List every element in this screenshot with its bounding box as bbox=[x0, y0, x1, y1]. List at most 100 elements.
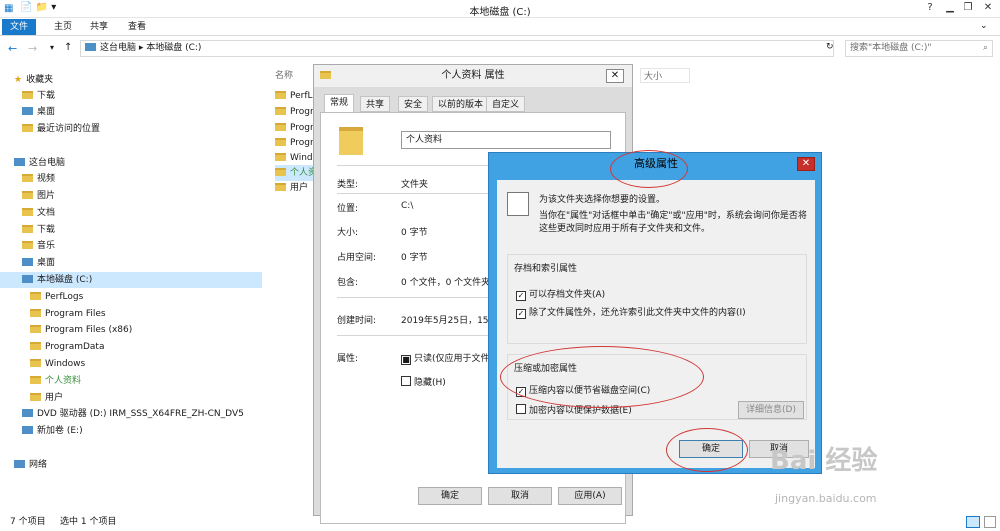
forward-icon[interactable]: → bbox=[28, 42, 37, 55]
properties-title: 个人资料 属性 bbox=[441, 70, 505, 81]
baidu-watermark: Bai 经验 bbox=[770, 446, 878, 476]
folder-icon bbox=[30, 309, 41, 317]
tiles-view-icon[interactable] bbox=[984, 516, 996, 528]
location-value: C:\ bbox=[401, 201, 414, 211]
index-checkbox[interactable]: ✓ 除了文件属性外，还允许索引此文件夹中文件的内容(I) bbox=[516, 305, 746, 319]
file-properties-icon bbox=[507, 192, 529, 216]
highlight-oval-compress bbox=[500, 346, 704, 408]
music-folder-icon bbox=[22, 241, 33, 249]
nav-item-videos[interactable]: 视频 bbox=[22, 171, 55, 187]
chevron-down-icon[interactable]: ⌄ bbox=[980, 21, 988, 31]
nav-item-perflogs[interactable]: PerfLogs bbox=[30, 289, 83, 305]
computer-icon bbox=[14, 158, 25, 166]
folder-icon bbox=[275, 91, 286, 99]
desktop-icon bbox=[22, 258, 33, 266]
nav-item-program-files[interactable]: Program Files bbox=[30, 306, 106, 322]
tab-view[interactable]: 查看 bbox=[120, 19, 154, 35]
folder-name-field[interactable]: 个人资料 bbox=[401, 131, 611, 149]
folder-icon bbox=[30, 325, 41, 333]
nav-item-recent[interactable]: 最近访问的位置 bbox=[22, 121, 100, 137]
details-view-icon[interactable] bbox=[966, 516, 980, 528]
properties-tabs: 常规 共享 安全 以前的版本 自定义 bbox=[320, 94, 626, 113]
nav-this-pc[interactable]: 这台电脑 bbox=[14, 155, 65, 171]
picture-folder-icon bbox=[22, 191, 33, 199]
nav-item-windows[interactable]: Windows bbox=[30, 356, 85, 372]
help-button[interactable]: ? bbox=[920, 0, 940, 16]
folder-icon bbox=[275, 138, 286, 146]
file-row[interactable]: PerfL bbox=[275, 88, 313, 104]
file-row[interactable]: 用户 bbox=[275, 180, 308, 196]
baidu-watermark-url: jingyan.baidu.com bbox=[775, 492, 877, 505]
cancel-button[interactable]: 取消 bbox=[488, 487, 552, 505]
hidden-checkbox[interactable]: 隐藏(H) bbox=[401, 375, 446, 388]
nav-item-users[interactable]: 用户 bbox=[30, 390, 63, 406]
nav-item-pictures[interactable]: 图片 bbox=[22, 188, 55, 204]
nav-item-personal[interactable]: 个人资料 bbox=[30, 373, 81, 389]
file-row[interactable]: Progr bbox=[275, 104, 314, 120]
close-icon[interactable]: ✕ bbox=[606, 69, 624, 83]
tab-security[interactable]: 安全 bbox=[398, 96, 429, 112]
readonly-checkbox[interactable]: ■ 只读(仅应用于文件夹 bbox=[401, 351, 499, 365]
archive-checkbox[interactable]: ✓ 可以存档文件夹(A) bbox=[516, 287, 605, 301]
nav-item-pc-desktop[interactable]: 桌面 bbox=[22, 255, 55, 271]
size-label: 大小: bbox=[337, 228, 359, 238]
close-window-button[interactable]: ✕ bbox=[976, 0, 1000, 16]
nav-item-local-disk[interactable]: 本地磁盘 (C:) bbox=[0, 272, 262, 288]
type-value: 文件夹 bbox=[401, 180, 429, 190]
folder-icon bbox=[275, 123, 286, 131]
tab-share[interactable]: 共享 bbox=[82, 19, 116, 35]
recent-dropdown-icon[interactable]: ▾ bbox=[50, 43, 54, 52]
star-icon: ★ bbox=[14, 75, 23, 85]
address-bar[interactable]: 这台电脑 ▸ 本地磁盘 (C:) bbox=[80, 40, 834, 57]
video-folder-icon bbox=[22, 174, 33, 182]
desktop-icon bbox=[22, 107, 33, 115]
nav-network[interactable]: 网络 bbox=[14, 457, 47, 473]
search-icon: ⌕ bbox=[982, 43, 988, 53]
folder-icon bbox=[275, 107, 286, 115]
folder-icon bbox=[30, 393, 41, 401]
nav-item-documents[interactable]: 文档 bbox=[22, 205, 55, 221]
tab-previous-versions[interactable]: 以前的版本 bbox=[432, 96, 490, 112]
size-value: 0 字节 bbox=[401, 228, 428, 238]
recent-icon bbox=[22, 124, 33, 132]
nav-item-programdata[interactable]: ProgramData bbox=[30, 339, 104, 355]
refresh-icon[interactable]: ↻ bbox=[826, 42, 834, 52]
column-name[interactable]: 名称 bbox=[275, 68, 293, 81]
nav-item-desktop[interactable]: 桌面 bbox=[22, 104, 55, 120]
apply-button[interactable]: 应用(A) bbox=[558, 487, 622, 505]
file-row[interactable]: Wind bbox=[275, 150, 313, 166]
tab-general[interactable]: 常规 bbox=[324, 94, 355, 112]
attributes-label: 属性: bbox=[337, 354, 359, 364]
search-placeholder: 搜索"本地磁盘 (C:)" bbox=[850, 43, 932, 53]
file-row[interactable]: Progr bbox=[275, 120, 314, 136]
file-row[interactable]: Progr bbox=[275, 135, 314, 151]
column-size[interactable]: 大小 bbox=[640, 68, 690, 83]
nav-item-dvd[interactable]: DVD 驱动器 (D:) IRM_SSS_X64FRE_ZH-CN_DV5 bbox=[22, 406, 244, 422]
disk-size-label: 占用空间: bbox=[337, 253, 377, 263]
folder-icon bbox=[30, 342, 41, 350]
highlight-oval-ok bbox=[666, 428, 748, 472]
ok-button[interactable]: 确定 bbox=[418, 487, 482, 505]
nav-item-program-files-x86[interactable]: Program Files (x86) bbox=[30, 322, 132, 338]
minimize-button[interactable]: ▁ bbox=[940, 0, 960, 16]
tab-sharing[interactable]: 共享 bbox=[360, 96, 391, 112]
nav-favorites[interactable]: ★ 收藏夹 bbox=[14, 72, 53, 88]
tab-home[interactable]: 主页 bbox=[46, 19, 80, 35]
search-input[interactable]: 搜索"本地磁盘 (C:)" ⌕ bbox=[845, 40, 993, 57]
tab-customize[interactable]: 自定义 bbox=[486, 96, 526, 112]
back-icon[interactable]: ← bbox=[8, 42, 17, 55]
archive-index-group: 存档和索引属性 ✓ 可以存档文件夹(A) ✓ 除了文件属性外，还允许索引此文件夹中文… bbox=[507, 254, 807, 344]
advanced-body: 为该文件夹选择你想要的设置。 当你在"属性"对话框中单击"确定"或"应用"时，系… bbox=[497, 180, 815, 468]
maximize-button[interactable]: ❐ bbox=[958, 0, 978, 16]
contains-value: 0 个文件，0 个文件夹 bbox=[401, 278, 491, 288]
up-icon[interactable]: ↑ bbox=[64, 42, 72, 53]
nav-item-new-volume[interactable]: 新加卷 (E:) bbox=[22, 423, 83, 439]
details-button[interactable]: 详细信息(D) bbox=[738, 401, 804, 419]
file-row-selected[interactable]: 个人资 bbox=[275, 165, 317, 181]
computer-icon bbox=[85, 43, 96, 51]
close-icon[interactable]: ✕ bbox=[797, 157, 815, 171]
nav-item-pc-downloads[interactable]: 下载 bbox=[22, 222, 55, 238]
tab-file[interactable]: 文件 bbox=[2, 19, 37, 35]
nav-item-music[interactable]: 音乐 bbox=[22, 238, 55, 254]
nav-item-downloads[interactable]: 下载 bbox=[22, 88, 55, 104]
